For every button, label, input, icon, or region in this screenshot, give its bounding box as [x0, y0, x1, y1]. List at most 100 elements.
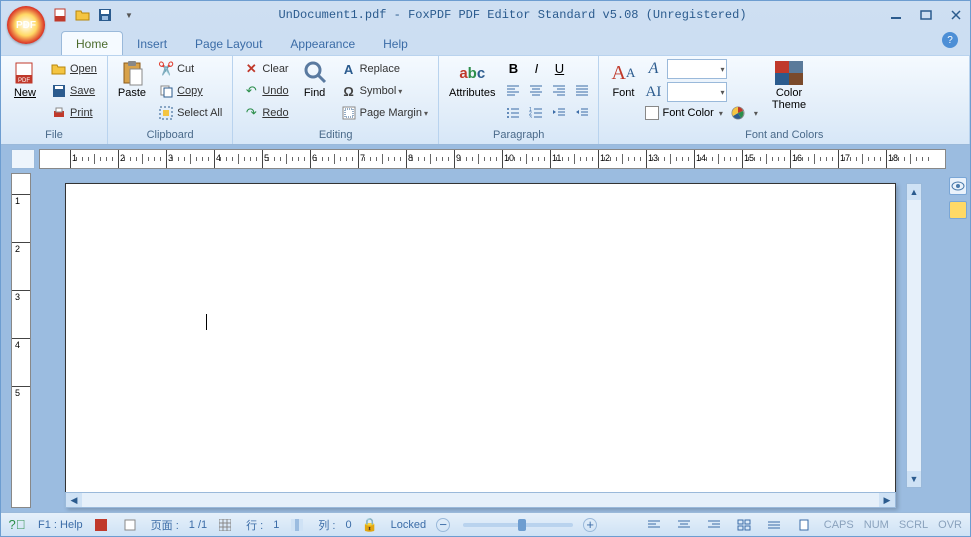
indent-increase-button[interactable] [572, 103, 592, 121]
copy-icon [158, 83, 174, 99]
group-clipboard: Paste ✂️Cut Copy Select All Clipboard [108, 56, 233, 144]
new-doc-icon[interactable] [53, 7, 69, 23]
font-button[interactable]: AA Font [605, 59, 641, 101]
select-all-button[interactable]: Select All [154, 103, 226, 123]
maximize-button[interactable] [918, 8, 934, 22]
open-icon[interactable] [75, 7, 91, 23]
col-value: 0 [346, 519, 352, 531]
tab-home[interactable]: Home [61, 31, 123, 55]
app-logo-icon[interactable]: PDF [7, 6, 45, 44]
zoom-out-button[interactable]: − [436, 518, 450, 532]
group-editing: ✕Clear ↶Undo ↷Redo Find AReplace ΩSymbol… [233, 56, 439, 144]
symbol-button[interactable]: ΩSymbol▾ [337, 81, 432, 101]
font-color-swatch[interactable] [645, 106, 659, 120]
align-center-button[interactable] [526, 81, 546, 99]
font-size-a-icon[interactable]: AI [645, 84, 661, 100]
attributes-button[interactable]: abc Attributes [445, 59, 499, 101]
paste-label: Paste [118, 87, 146, 99]
sb-view-list[interactable] [764, 516, 784, 534]
scroll-up-icon[interactable]: ▲ [907, 184, 921, 200]
ruler-corner[interactable] [11, 149, 35, 169]
save-icon[interactable] [97, 7, 113, 23]
pdf-status-icon[interactable] [93, 517, 109, 533]
svg-text:3: 3 [529, 115, 532, 118]
number-list-button[interactable]: 123 [526, 103, 546, 121]
select-all-icon [158, 105, 174, 121]
align-right-button[interactable] [549, 81, 569, 99]
print-button[interactable]: Print [47, 103, 101, 123]
minimize-button[interactable] [888, 8, 904, 22]
font-style-a-icon[interactable]: A [645, 61, 661, 77]
scroll-down-icon[interactable]: ▼ [907, 471, 921, 487]
color-theme-button[interactable]: Color Theme [768, 59, 810, 113]
redo-button[interactable]: ↷Redo [239, 103, 292, 123]
close-button[interactable] [948, 8, 964, 22]
tab-page-layout[interactable]: Page Layout [181, 32, 276, 55]
font-label: Font [612, 87, 634, 99]
align-left-button[interactable] [503, 81, 523, 99]
abc-icon: abc [460, 61, 484, 85]
vertical-ruler[interactable]: 12345 [11, 173, 31, 508]
ribbon-tabs: Home Insert Page Layout Appearance Help … [1, 29, 970, 55]
group-editing-label: Editing [239, 127, 432, 144]
page-margin-icon [341, 105, 357, 121]
new-pdf-icon: PDF [13, 61, 37, 85]
help-status-icon[interactable]: ?⃝ [9, 517, 25, 533]
titlebar: PDF ▼ UnDocument1.pdf - FoxPDF PDF Edito… [1, 1, 970, 29]
ribbon: PDF New Open Save Print File Paste ✂️Cu [1, 55, 970, 145]
folder-open-icon [51, 61, 67, 77]
zoom-thumb[interactable] [518, 519, 526, 531]
qat-dropdown-icon[interactable]: ▼ [121, 7, 137, 23]
scroll-right-icon[interactable]: ▶ [879, 493, 895, 507]
copy-button[interactable]: Copy [154, 81, 226, 101]
bold-button[interactable]: B [503, 59, 523, 77]
ruler-area: 123456789101112131415161718 [1, 145, 970, 169]
zoom-in-button[interactable]: + [583, 518, 597, 532]
document-area: 12345 ▲ ▼ ◀ ▶ [1, 169, 970, 512]
underline-button[interactable]: U [549, 59, 569, 77]
tab-appearance[interactable]: Appearance [276, 32, 369, 55]
font-color-label[interactable]: Font Color [662, 107, 713, 119]
group-paragraph-label: Paragraph [445, 127, 592, 144]
align-justify-button[interactable] [572, 81, 592, 99]
sb-view-page[interactable] [794, 516, 814, 534]
open-button[interactable]: Open [47, 59, 101, 79]
sb-align-center[interactable] [674, 516, 694, 534]
color-theme-label: Color Theme [772, 87, 806, 111]
help-icon[interactable]: ? [942, 32, 958, 48]
color-wheel-icon[interactable] [730, 105, 746, 121]
font-family-select[interactable]: ▾ [667, 59, 727, 79]
clear-button[interactable]: ✕Clear [239, 59, 292, 79]
app-window: PDF ▼ UnDocument1.pdf - FoxPDF PDF Edito… [0, 0, 971, 537]
replace-button[interactable]: AReplace [337, 59, 432, 79]
group-font-colors-label: Font and Colors [605, 127, 963, 144]
indent-decrease-button[interactable] [549, 103, 569, 121]
italic-button[interactable]: I [526, 59, 546, 77]
bookmark-icon[interactable] [949, 201, 967, 219]
color-theme-icon [775, 61, 803, 85]
tab-insert[interactable]: Insert [123, 32, 181, 55]
horizontal-scrollbar[interactable]: ◀ ▶ [65, 492, 896, 508]
zoom-slider[interactable] [463, 523, 573, 527]
paste-button[interactable]: Paste [114, 59, 150, 101]
document-page[interactable] [65, 183, 896, 508]
horizontal-ruler[interactable]: 123456789101112131415161718 [39, 149, 946, 169]
bullet-list-button[interactable] [503, 103, 523, 121]
page-margin-button[interactable]: Page Margin▾ [337, 103, 432, 123]
sb-align-right[interactable] [704, 516, 724, 534]
vertical-scrollbar[interactable]: ▲ ▼ [906, 183, 922, 488]
sb-align-left[interactable] [644, 516, 664, 534]
cut-button[interactable]: ✂️Cut [154, 59, 226, 79]
undo-button[interactable]: ↶Undo [239, 81, 292, 101]
save-button[interactable]: Save [47, 81, 101, 101]
sb-view-grid[interactable] [734, 516, 754, 534]
tab-help[interactable]: Help [369, 32, 422, 55]
view-toggle-icon[interactable] [949, 177, 967, 195]
row-label: 行 : [246, 517, 263, 533]
find-button[interactable]: Find [297, 59, 333, 101]
new-button[interactable]: PDF New [7, 59, 43, 101]
new-label: New [14, 87, 36, 99]
scroll-left-icon[interactable]: ◀ [66, 493, 82, 507]
font-size-select[interactable]: ▾ [667, 82, 727, 102]
lock-icon[interactable]: 🔒 [362, 517, 378, 533]
